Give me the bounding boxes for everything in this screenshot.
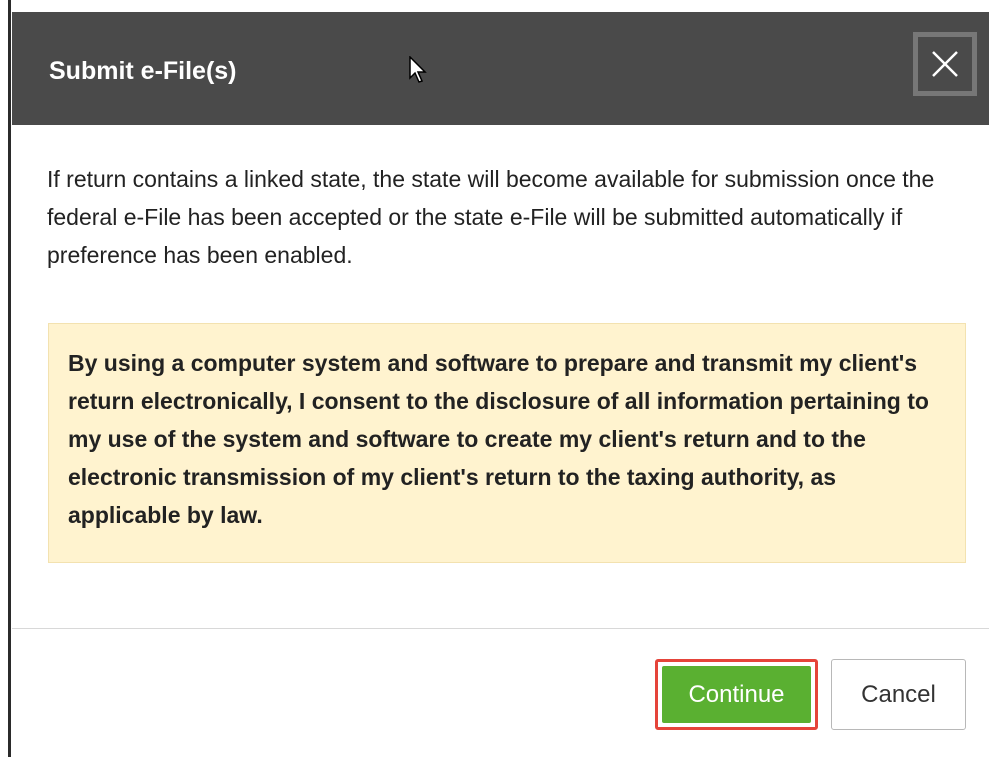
consent-text: By using a computer system and software …: [68, 350, 929, 528]
footer-divider: [12, 628, 989, 629]
continue-button-highlight: Continue: [655, 659, 818, 730]
window-edge-line: [8, 0, 11, 757]
dialog-message: If return contains a linked state, the s…: [47, 166, 935, 268]
cancel-button[interactable]: Cancel: [831, 659, 966, 730]
mouse-cursor-icon: [409, 56, 427, 83]
background-window-edge: [0, 0, 12, 757]
submit-efile-dialog: Submit e-File(s) If return contains a li…: [12, 12, 989, 757]
close-icon: [932, 51, 958, 77]
dialog-header: Submit e-File(s): [12, 12, 989, 125]
close-button[interactable]: [913, 32, 977, 96]
consent-notice: By using a computer system and software …: [48, 323, 966, 563]
continue-button[interactable]: Continue: [662, 666, 811, 723]
dialog-title: Submit e-File(s): [49, 57, 237, 85]
